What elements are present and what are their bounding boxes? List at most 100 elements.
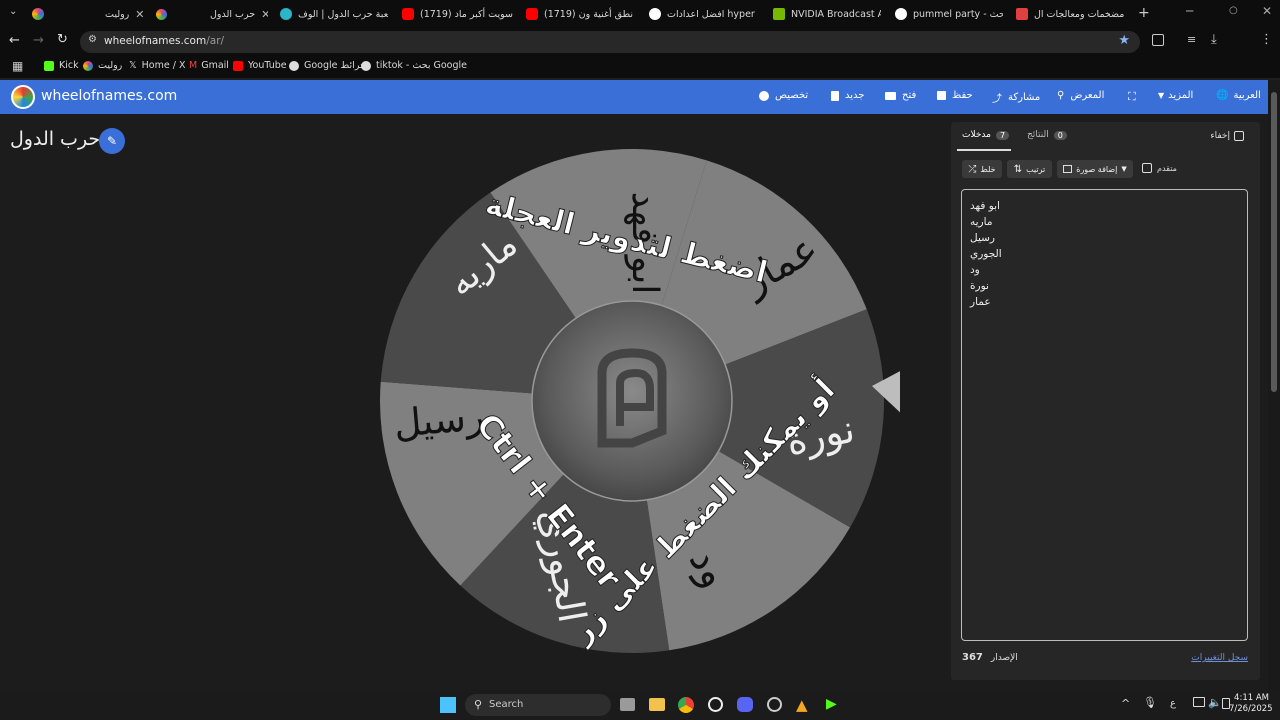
- google-icon: [649, 8, 661, 20]
- browser-tab[interactable]: لعبة حرب الدول | الوف✕: [280, 4, 388, 24]
- back-icon[interactable]: ←: [9, 33, 20, 48]
- search-icon: ⚲: [474, 698, 483, 711]
- browser-tab[interactable]: (1719) سويت أكبر ماد✕: [402, 4, 514, 24]
- share-icon: ⤴: [992, 94, 1002, 105]
- address-bar[interactable]: ⚙ wheelofnames.com/ar/ ★: [80, 31, 1140, 53]
- apps-grid-icon[interactable]: ▦: [12, 59, 23, 73]
- tray-chevron-icon[interactable]: ^: [1121, 697, 1130, 710]
- sort-icon: ⇅: [1013, 163, 1023, 175]
- volume-icon[interactable]: 🔈: [1208, 696, 1222, 709]
- bookmark-gmail[interactable]: M Gmail: [189, 60, 229, 71]
- download-icon[interactable]: ⤓: [1211, 32, 1217, 47]
- tab-list-chevron-icon[interactable]: ⌄: [9, 6, 17, 17]
- url-text[interactable]: wheelofnames.com/ar/: [104, 35, 224, 47]
- image-icon: [1063, 165, 1073, 173]
- app-icon[interactable]: [767, 697, 782, 712]
- new-tab-plus-icon[interactable]: +: [1138, 5, 1150, 21]
- network-icon[interactable]: [1193, 697, 1205, 707]
- save-icon: [937, 91, 946, 100]
- browser-tab[interactable]: افضل اعدادات hyper x✕: [649, 4, 757, 24]
- page-scrollbar[interactable]: [1268, 80, 1280, 690]
- browser-tab[interactable]: حرب الدول ✕: [210, 4, 268, 24]
- palette-icon: [759, 90, 769, 101]
- taskbar-search[interactable]: ⚲ Search: [465, 694, 611, 716]
- shuffle-button[interactable]: ⤮ خلط: [962, 160, 1002, 178]
- wheel[interactable]: عمار نورة ود الجوري رسيل ماريه ابو فهد ا…: [380, 148, 900, 660]
- clock[interactable]: 4:11 AM 7/26/2025: [1229, 693, 1273, 715]
- kick-icon: [44, 60, 54, 71]
- scrollbar-thumb[interactable]: [1271, 92, 1277, 392]
- more-menu-button[interactable]: ▼ المزيد: [1158, 90, 1193, 101]
- browser-tab[interactable]: مضخمات ومعالجات ال✕: [1016, 4, 1126, 24]
- bookmark-roulette[interactable]: رولیت: [83, 60, 122, 71]
- media-controls-icon[interactable]: ≡: [1187, 33, 1196, 46]
- entries-textarea[interactable]: ابو فهد ماريه رسيل الجوري ود نورة عمار: [961, 189, 1248, 641]
- tab-results[interactable]: النتائج 0: [1027, 130, 1067, 140]
- app-icon[interactable]: ▲: [796, 696, 808, 714]
- entries-panel: إخفاء النتائج 0 مدخلات 7 ⤮ خلط ⇅ ترتيب إضا…: [951, 122, 1260, 680]
- site-info-icon[interactable]: ⚙: [88, 34, 97, 45]
- save-button[interactable]: حفظ: [937, 90, 973, 101]
- forward-icon[interactable]: →: [33, 33, 44, 48]
- youtube-icon: [526, 8, 538, 20]
- gallery-button[interactable]: ⚲ المعرض: [1057, 90, 1104, 101]
- bookmark-star-icon[interactable]: ★: [1118, 33, 1130, 48]
- customize-button[interactable]: تخصيص: [759, 90, 808, 101]
- close-window-icon[interactable]: ✕: [1262, 4, 1272, 18]
- reload-icon[interactable]: ↻: [57, 32, 68, 47]
- browser-tab[interactable]: NVIDIA Broadcast A✕: [773, 4, 881, 24]
- extensions-icon[interactable]: [1152, 34, 1164, 46]
- site-logo-icon[interactable]: [11, 85, 35, 109]
- discord-icon[interactable]: [737, 697, 753, 712]
- restore-icon[interactable]: ○: [1229, 5, 1238, 16]
- edit-title-button[interactable]: ✎: [99, 128, 125, 154]
- search-icon: ⚲: [1057, 90, 1065, 101]
- entry-line: رسيل: [970, 232, 995, 244]
- bookmark-kick[interactable]: Kick: [44, 60, 79, 71]
- hide-checkbox[interactable]: [1234, 131, 1244, 141]
- roulette-icon: [83, 60, 93, 71]
- app-icon[interactable]: ▶: [826, 696, 837, 712]
- chrome-icon[interactable]: [678, 697, 694, 713]
- open-button[interactable]: فتح: [885, 90, 916, 101]
- globe-icon: 🌐: [1216, 90, 1229, 101]
- close-tab-icon[interactable]: ✕: [135, 8, 144, 21]
- minimize-icon[interactable]: ─: [1186, 4, 1193, 18]
- sort-button[interactable]: ⇅ ترتيب: [1007, 160, 1052, 178]
- chevron-down-icon: ▼: [1158, 91, 1165, 100]
- site-brand[interactable]: wheelofnames.com: [41, 88, 177, 104]
- tab-group-icon[interactable]: [32, 8, 44, 20]
- task-view-icon[interactable]: [620, 698, 635, 711]
- browser-tab[interactable]: (1719) نطق أغنية ون✕: [526, 4, 636, 24]
- windows-taskbar: ⚲ Search ▲ ▶ ^ 🎙 ع 🔈 4:11 AM 7/26/2025: [0, 690, 1280, 720]
- bookmark-tiktok-search[interactable]: tiktok - بحث Google: [361, 60, 467, 71]
- bookmark-google-maps[interactable]: Google خرائط: [289, 60, 366, 71]
- advanced-checkbox[interactable]: [1142, 163, 1152, 173]
- bookmark-youtube[interactable]: YouTube: [233, 60, 287, 71]
- add-image-button[interactable]: إضافة صورة ▼: [1057, 160, 1133, 178]
- microphone-icon[interactable]: 🎙: [1143, 696, 1157, 709]
- wheel-center-hub[interactable]: [531, 300, 733, 502]
- language-button[interactable]: 🌐 العربية: [1216, 90, 1261, 101]
- app-icon[interactable]: [708, 697, 723, 712]
- bookmarks-bar: ▦ Kick رولیت 𝕏 Home / X M Gmail YouTube Go…: [0, 56, 1280, 78]
- x-icon: 𝕏: [129, 60, 137, 71]
- menu-dots-icon[interactable]: ⋮: [1260, 32, 1273, 47]
- tab-entries[interactable]: مدخلات 7: [962, 130, 1010, 140]
- fullscreen-icon[interactable]: ⛶: [1128, 90, 1136, 104]
- new-button[interactable]: جديد: [831, 90, 864, 101]
- start-icon[interactable]: [440, 697, 456, 713]
- hide-panel-toggle[interactable]: إخفاء: [1210, 131, 1244, 141]
- browser-tab[interactable]: pummel party - بحث✕: [895, 4, 1003, 24]
- pencil-icon: ✎: [106, 134, 118, 148]
- file-explorer-icon[interactable]: [649, 698, 665, 711]
- entry-line: ابو فهد: [970, 200, 1000, 212]
- browser-tab[interactable]: رولیت ✕: [105, 4, 155, 24]
- bookmark-x[interactable]: 𝕏 Home / X: [129, 60, 185, 71]
- advanced-toggle[interactable]: متقدم: [1142, 163, 1177, 173]
- input-language[interactable]: ع: [1170, 698, 1176, 709]
- share-button[interactable]: ⤴ مشاركة: [992, 90, 1040, 105]
- close-tab-icon[interactable]: ✕: [261, 8, 268, 21]
- gmail-icon: M: [189, 60, 198, 71]
- changelog-link[interactable]: سجل التغييرات: [1191, 653, 1248, 663]
